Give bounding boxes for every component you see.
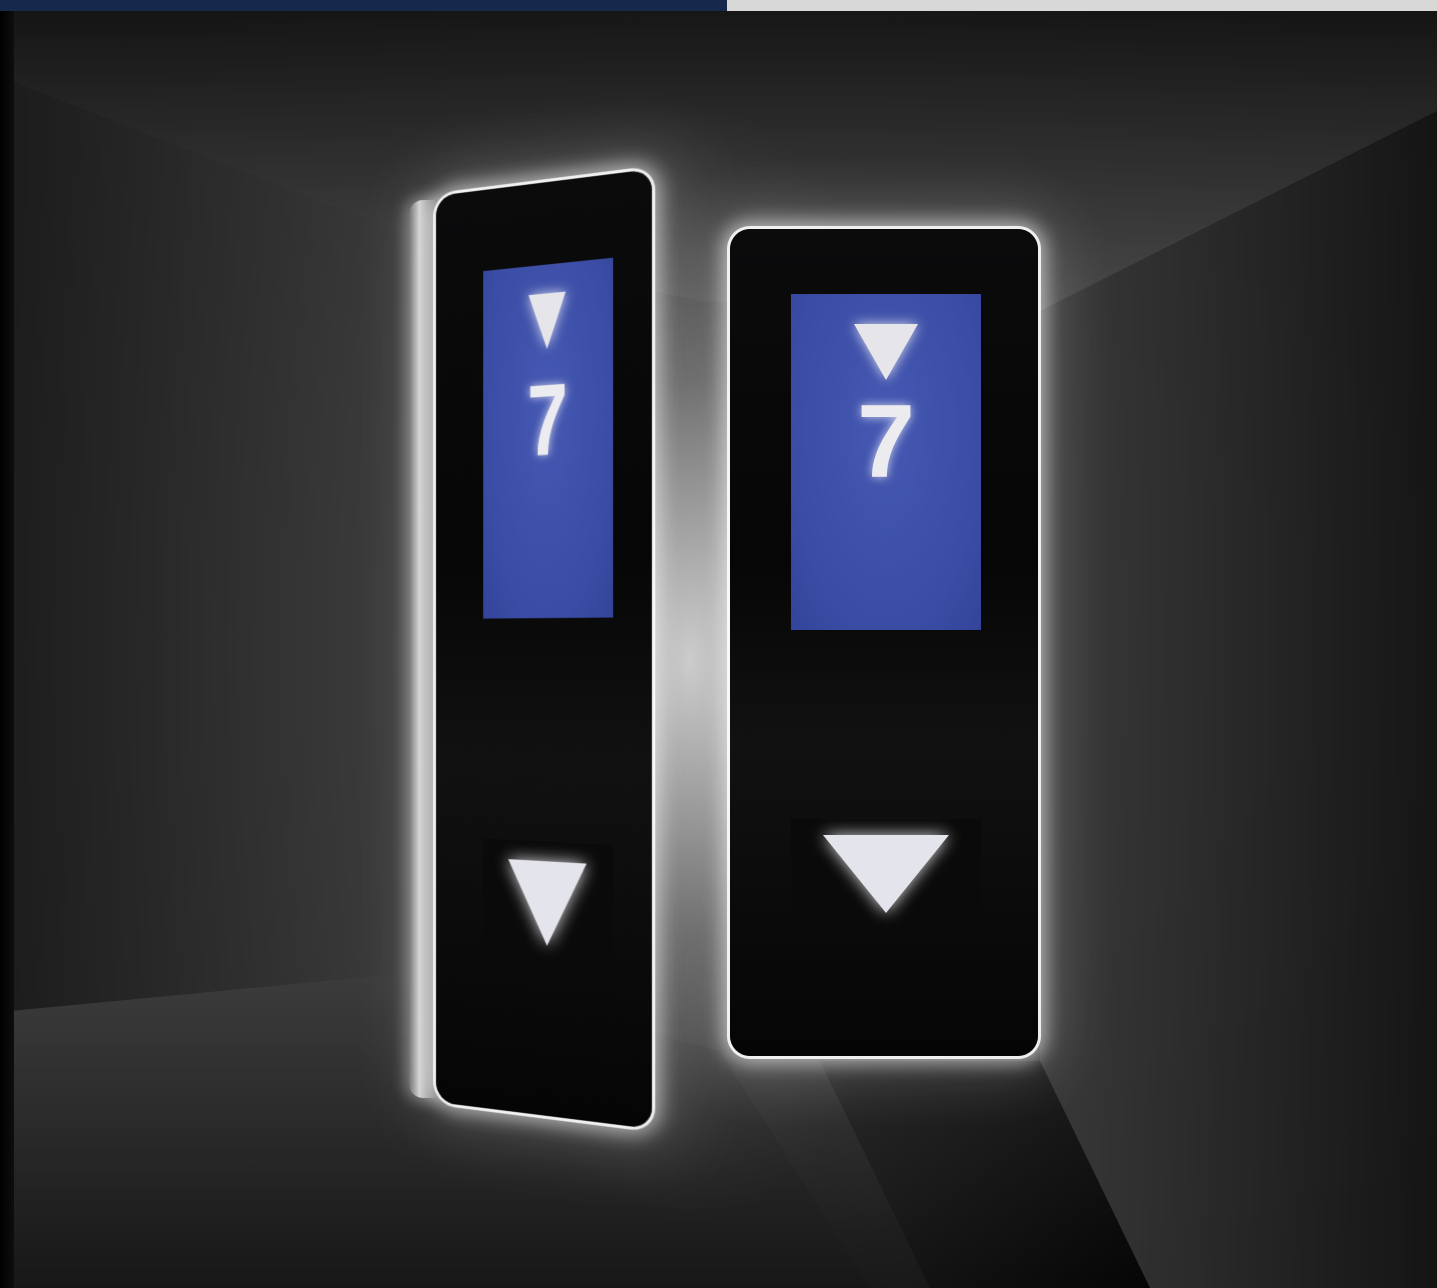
down-arrow-icon: [528, 291, 566, 351]
left-display-screen: 7: [483, 257, 614, 619]
left-panel-frame-edge: [409, 200, 439, 1098]
down-arrow-icon: [854, 324, 918, 380]
down-call-button[interactable]: [791, 819, 981, 929]
down-arrow-icon: [508, 859, 587, 950]
top-bar-left: [0, 0, 727, 11]
down-arrow-icon: [823, 835, 949, 913]
elevator-photo: 7 7: [0, 0, 1437, 1288]
room-background: [0, 11, 1437, 1288]
left-elevator-panel: 7: [436, 168, 652, 1130]
down-call-button[interactable]: [483, 838, 614, 972]
floor-number: 7: [857, 384, 915, 500]
floor-number: 7: [526, 361, 568, 478]
right-display-screen: 7: [791, 294, 981, 630]
right-elevator-panel: 7: [730, 229, 1038, 1056]
top-bar-right: [727, 0, 1437, 11]
